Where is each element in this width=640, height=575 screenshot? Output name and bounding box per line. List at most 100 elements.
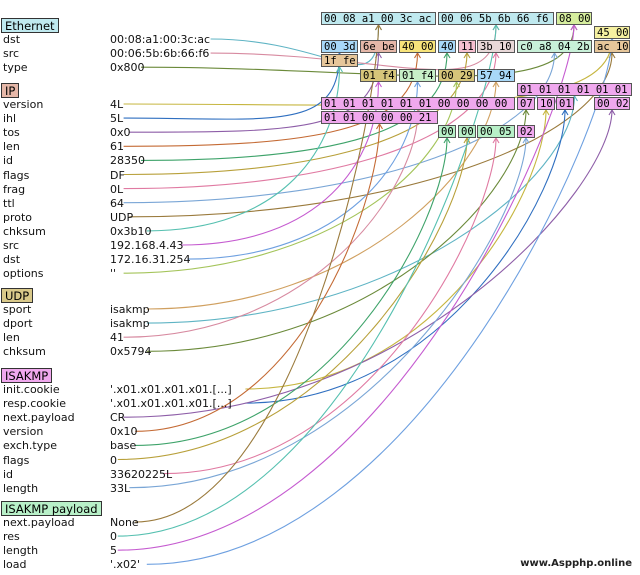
layer-header-2: UDP	[1, 288, 34, 303]
field-value: 172.16.31.254	[110, 253, 191, 267]
field-name: dst	[3, 33, 21, 46]
field-name: ttl	[3, 196, 15, 210]
hex-byte-group: 6e be	[360, 40, 397, 53]
hex-byte-group: 00 02 01	[594, 97, 630, 110]
field-value: UDP	[110, 210, 134, 224]
hex-byte-group: 07	[517, 97, 535, 110]
hex-byte-group: 02	[517, 125, 535, 138]
field-name: version	[3, 425, 44, 439]
connector-line	[146, 66, 341, 232]
hex-byte-group: 11	[458, 40, 476, 53]
hex-byte-group: 00 08 a1 00 3c ac	[321, 12, 436, 25]
field-value: isakmp	[110, 303, 150, 316]
field-value: None	[110, 516, 139, 529]
field-value: 5	[110, 544, 117, 558]
field-name: sport	[3, 303, 32, 316]
hex-byte-group: 08 00	[556, 12, 592, 25]
field-value: ''	[110, 267, 117, 281]
field-name: version	[3, 98, 44, 111]
field-name: next.payload	[3, 411, 75, 425]
field-value: 00:06:5b:6b:66:f6	[110, 47, 210, 61]
field-name: proto	[3, 210, 33, 224]
field-name: init.cookie	[3, 383, 60, 396]
layer-header-4: ISAKMP payload	[1, 501, 102, 516]
field-value: 5L	[110, 112, 124, 126]
connector-line	[123, 109, 613, 418]
field-value: 0	[110, 530, 117, 544]
field-value: 33620225L	[110, 467, 173, 481]
field-name: len	[3, 331, 20, 345]
field-name: length	[3, 481, 39, 495]
connector-line	[123, 52, 341, 120]
field-name: chksum	[3, 345, 46, 359]
field-value: 0x0	[110, 126, 131, 140]
field-name: load	[3, 558, 27, 572]
hex-byte-group: c0 a8 04 2b	[517, 40, 592, 53]
field-name: res	[3, 530, 20, 544]
field-name: frag	[3, 182, 26, 196]
hex-byte-group: 1f fe	[321, 54, 358, 67]
hex-byte-group: 3b 10	[477, 40, 515, 53]
field-value: 0x3b10	[110, 224, 152, 238]
field-name: next.payload	[3, 516, 75, 529]
field-name: dst	[3, 253, 21, 267]
field-value: '.x01.x01.x01.x01.[...]	[110, 397, 232, 411]
field-value: 28350	[110, 154, 145, 168]
hex-byte-group: 45 00	[594, 26, 630, 39]
field-value: 00:08:a1:00:3c:ac	[110, 33, 211, 46]
field-name: flags	[3, 453, 30, 467]
hex-byte-group: 00	[438, 125, 456, 138]
field-value: '.x01.x01.x01.x01.[...]	[110, 383, 232, 396]
hex-byte-group: 00	[458, 125, 476, 138]
field-value: 192.168.4.43	[110, 239, 184, 252]
hex-byte-group: 01 f4	[360, 69, 397, 82]
field-value: 0x10	[110, 425, 138, 439]
field-name: chksum	[3, 224, 46, 238]
field-value: 0x800	[110, 61, 145, 75]
hex-byte-group: 57 94	[477, 69, 515, 82]
field-name: src	[3, 47, 20, 61]
layer-header-3: ISAKMP	[1, 368, 53, 383]
field-value: 61	[110, 140, 124, 154]
field-name: length	[3, 544, 39, 558]
field-name: options	[3, 267, 44, 281]
hex-byte-group: 01	[556, 97, 574, 110]
hex-byte-group: 00 3d	[321, 40, 358, 53]
hex-byte-group: 00 05	[477, 125, 515, 138]
hex-byte-group: 01 01 01 01 01 01	[517, 83, 632, 96]
hex-byte-group: 00 29	[438, 69, 475, 82]
field-value: 4L	[110, 98, 124, 111]
hex-byte-group: 01 01 01 01 01 01 00 00 00 00	[321, 97, 515, 110]
hex-byte-group: 01 01 00 00 00 21	[321, 111, 438, 124]
field-value: '.x02'	[110, 558, 141, 572]
field-name: type	[3, 61, 28, 75]
hex-byte-group: 00 06 5b 6b 66 f6	[438, 12, 554, 25]
field-value: 41	[110, 331, 124, 345]
layer-header-1: IP	[1, 83, 20, 98]
field-name: id	[3, 467, 14, 481]
field-name: len	[3, 140, 20, 154]
field-value: CR	[110, 411, 126, 425]
field-name: tos	[3, 126, 20, 140]
field-value: DF	[110, 168, 125, 182]
field-name: ihl	[3, 112, 17, 126]
field-value: 64	[110, 196, 124, 210]
layer-header-0: Ethernet	[1, 18, 59, 33]
connector-line	[164, 137, 497, 475]
watermark: www.Aspphp.online	[520, 558, 632, 569]
hex-byte-group: ac 10	[594, 40, 630, 53]
field-value: base	[110, 439, 137, 453]
field-name: exch.type	[3, 439, 57, 453]
hex-byte-group: 01 f4	[399, 69, 436, 82]
hex-byte-group: 40	[438, 40, 456, 53]
field-value: 33L	[110, 481, 131, 495]
field-name: id	[3, 154, 14, 168]
connector-line	[129, 137, 527, 489]
connector-line	[117, 137, 468, 461]
field-value: 0L	[110, 182, 124, 196]
field-name: dport	[3, 317, 33, 331]
field-name: resp.cookie	[3, 397, 66, 411]
connector-line	[245, 109, 566, 404]
field-value: isakmp	[110, 317, 150, 331]
hex-byte-group: 40 00	[399, 40, 436, 53]
